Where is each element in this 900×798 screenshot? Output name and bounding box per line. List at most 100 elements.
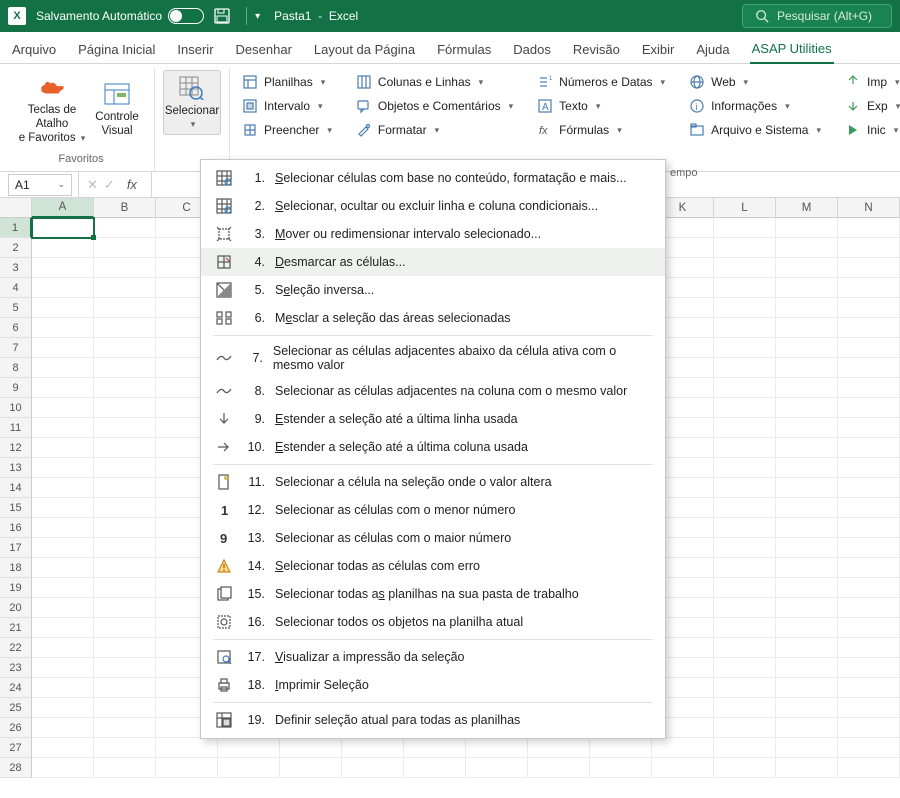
cell[interactable]	[404, 758, 466, 778]
cell[interactable]	[94, 498, 156, 518]
row-header-9[interactable]: 9	[0, 378, 32, 398]
menu-item-3[interactable]: 3.Mover ou redimensionar intervalo selec…	[201, 220, 665, 248]
cell[interactable]	[466, 738, 528, 758]
cell[interactable]	[94, 478, 156, 498]
cell[interactable]	[94, 358, 156, 378]
cell[interactable]	[714, 518, 776, 538]
cell[interactable]	[280, 758, 342, 778]
row-header-25[interactable]: 25	[0, 698, 32, 718]
cell[interactable]	[838, 278, 900, 298]
menu-item-2[interactable]: 2.Selecionar, ocultar ou excluir linha e…	[201, 192, 665, 220]
row-header-7[interactable]: 7	[0, 338, 32, 358]
ribbon-item-n-meros-e-datas[interactable]: 1Números e Datas▾	[533, 72, 669, 92]
cell[interactable]	[838, 758, 900, 778]
ribbon-item-web[interactable]: Web▾	[685, 72, 825, 92]
row-header-16[interactable]: 16	[0, 518, 32, 538]
row-header-12[interactable]: 12	[0, 438, 32, 458]
cell[interactable]	[32, 518, 94, 538]
cell[interactable]	[528, 738, 590, 758]
ribbon-item-exp[interactable]: Exp▾	[841, 96, 900, 116]
menu-item-1[interactable]: 1.Selecionar células com base no conteúd…	[201, 164, 665, 192]
tab-inserir[interactable]: Inserir	[175, 36, 215, 63]
cell[interactable]	[776, 738, 838, 758]
row-header-17[interactable]: 17	[0, 538, 32, 558]
cell[interactable]	[156, 738, 218, 758]
cell[interactable]	[32, 598, 94, 618]
cell[interactable]	[714, 738, 776, 758]
row-header-1[interactable]: 1	[0, 218, 32, 238]
cell[interactable]	[714, 598, 776, 618]
qat-dropdown-icon[interactable]: ▾	[255, 11, 260, 22]
cell[interactable]	[94, 438, 156, 458]
cell[interactable]	[838, 718, 900, 738]
cell[interactable]	[32, 698, 94, 718]
cell[interactable]	[32, 718, 94, 738]
cell[interactable]	[838, 338, 900, 358]
cell[interactable]	[32, 398, 94, 418]
cell[interactable]	[714, 758, 776, 778]
ribbon-item-arquivo-e-sistema[interactable]: Arquivo e Sistema▾	[685, 120, 825, 140]
row-header-27[interactable]: 27	[0, 738, 32, 758]
cell[interactable]	[32, 218, 94, 238]
controle-visual-button[interactable]: Controle Visual	[88, 70, 146, 149]
col-header-N[interactable]: N	[838, 198, 900, 218]
cell[interactable]	[342, 758, 404, 778]
cell[interactable]	[776, 418, 838, 438]
col-header-M[interactable]: M	[776, 198, 838, 218]
cell[interactable]	[94, 598, 156, 618]
menu-item-10[interactable]: 10.Estender a seleção até a última colun…	[201, 433, 665, 461]
cell[interactable]	[838, 618, 900, 638]
cell[interactable]	[838, 578, 900, 598]
cell[interactable]	[94, 558, 156, 578]
cell[interactable]	[776, 658, 838, 678]
cell[interactable]	[714, 698, 776, 718]
cell[interactable]	[714, 258, 776, 278]
cell[interactable]	[838, 378, 900, 398]
cell[interactable]	[32, 578, 94, 598]
cell[interactable]	[94, 318, 156, 338]
row-header-18[interactable]: 18	[0, 558, 32, 578]
cell[interactable]	[94, 278, 156, 298]
row-header-10[interactable]: 10	[0, 398, 32, 418]
cell[interactable]	[838, 498, 900, 518]
name-box[interactable]: A1⌄	[8, 174, 72, 196]
cell[interactable]	[776, 578, 838, 598]
ribbon-item-inic[interactable]: Inic▾	[841, 120, 900, 140]
cell[interactable]	[94, 738, 156, 758]
menu-item-18[interactable]: 18.Imprimir Seleção	[201, 671, 665, 699]
cell[interactable]	[838, 438, 900, 458]
row-header-5[interactable]: 5	[0, 298, 32, 318]
row-header-26[interactable]: 26	[0, 718, 32, 738]
cell[interactable]	[776, 458, 838, 478]
ribbon-item-imp[interactable]: Imp▾	[841, 72, 900, 92]
search-box[interactable]: Pesquisar (Alt+G)	[742, 4, 892, 28]
cell[interactable]	[714, 318, 776, 338]
cell[interactable]	[838, 458, 900, 478]
cell[interactable]	[714, 718, 776, 738]
cell[interactable]	[776, 758, 838, 778]
cell[interactable]	[776, 598, 838, 618]
row-header-6[interactable]: 6	[0, 318, 32, 338]
tab-dados[interactable]: Dados	[511, 36, 553, 63]
cell[interactable]	[714, 398, 776, 418]
cell[interactable]	[32, 438, 94, 458]
cell[interactable]	[32, 658, 94, 678]
menu-item-4[interactable]: 4.Desmarcar as células...	[201, 248, 665, 276]
fx-icon[interactable]: fx	[121, 177, 143, 192]
cell[interactable]	[94, 338, 156, 358]
cell[interactable]	[838, 678, 900, 698]
save-icon[interactable]	[214, 8, 230, 24]
cell[interactable]	[776, 358, 838, 378]
cell[interactable]	[32, 278, 94, 298]
row-header-11[interactable]: 11	[0, 418, 32, 438]
cell[interactable]	[218, 738, 280, 758]
menu-item-6[interactable]: 6.Mesclar a seleção das áreas selecionad…	[201, 304, 665, 332]
cell[interactable]	[838, 258, 900, 278]
cell[interactable]	[838, 538, 900, 558]
cell[interactable]	[94, 518, 156, 538]
tab-exibir[interactable]: Exibir	[640, 36, 677, 63]
cell[interactable]	[838, 478, 900, 498]
cell[interactable]	[94, 538, 156, 558]
cell[interactable]	[776, 338, 838, 358]
ribbon-item-colunas-e-linhas[interactable]: Colunas e Linhas▾	[352, 72, 517, 92]
